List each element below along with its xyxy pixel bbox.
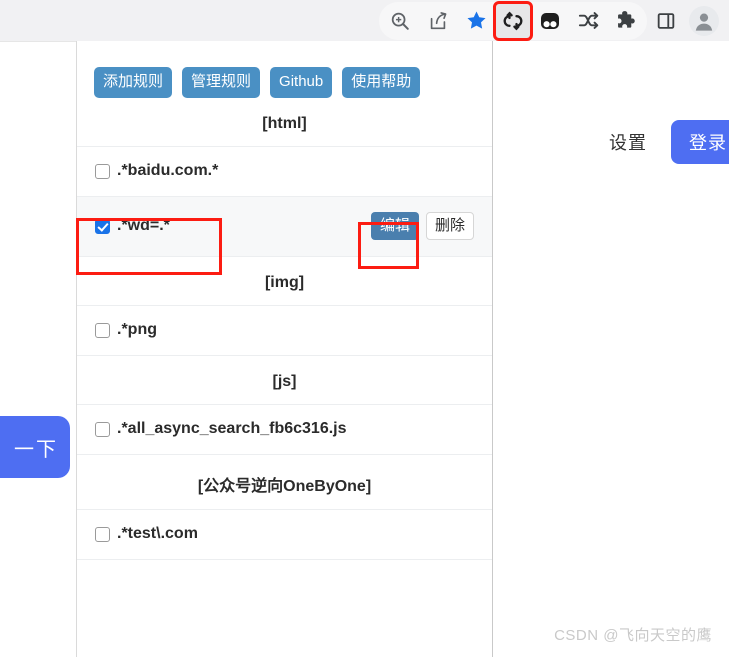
rule-list: .*baidu.com.* .*wd=.* 编辑 删除 [77,145,492,257]
settings-link[interactable]: 设置 [609,129,647,155]
rule-row-buttons: 编辑 删除 [370,211,474,241]
section-title: [公众号逆向OneByOne] [197,477,372,495]
share-icon[interactable] [419,2,457,40]
search-submit-button[interactable]: 一下 [0,416,70,478]
popup-action-bar: 添加规则 管理规则 Github 使用帮助 [77,41,492,98]
rule-pattern-label: .*wd=.* [117,217,170,234]
extension-popup: 添加规则 管理规则 Github 使用帮助 [html] .*baidu.com.* .*… [76,41,493,657]
add-rule-button[interactable]: 添加规则 [94,67,173,98]
popup-rule-sections: [html] .*baidu.com.* .*wd=.* 编辑 删除 [img] .*png… [77,98,492,560]
rule-checkbox[interactable] [95,218,110,234]
rule-checkbox[interactable] [95,163,110,179]
rule-row[interactable]: .*baidu.com.* [77,147,492,197]
rule-list: .*png [77,304,492,356]
delete-rule-button[interactable]: 删除 [425,211,474,241]
rule-pattern-label: .*all_async_search_fb6c316.js [117,420,347,437]
rule-row[interactable]: .*wd=.* 编辑 删除 [77,196,492,257]
browser-toolbar [0,0,729,41]
shuffle-extension-icon[interactable] [569,2,607,40]
section-title: [html] [262,114,307,132]
page-divider [0,41,76,42]
rule-row[interactable]: .*test\.com [77,510,492,560]
login-button[interactable]: 登录 [671,120,729,164]
section-title: [js] [272,372,297,390]
rule-pattern-label: .*baidu.com.* [117,162,219,179]
toolbar-icon-pill-left [379,0,647,41]
loop-extension-icon[interactable] [493,0,533,41]
help-button[interactable]: 使用帮助 [342,67,421,98]
manage-rules-button[interactable]: 管理规则 [182,67,261,98]
rule-checkbox[interactable] [95,421,110,437]
section-title: [img] [264,273,305,291]
profile-avatar-icon[interactable] [685,2,723,40]
page-header-actions: 设置 登录 [609,120,729,164]
rule-checkbox[interactable] [95,526,110,542]
rule-checkbox[interactable] [95,322,110,338]
bookmark-star-icon[interactable] [457,2,495,40]
rule-row[interactable]: .*png [77,306,492,356]
rule-list: .*test\.com [77,508,492,560]
edit-rule-button[interactable]: 编辑 [370,211,419,241]
rule-row[interactable]: .*all_async_search_fb6c316.js [77,405,492,455]
rule-pattern-label: .*png [117,321,157,338]
panda-extension-icon[interactable] [531,2,569,40]
rule-pattern-label: .*test\.com [117,525,198,542]
github-button[interactable]: Github [270,67,333,98]
puzzle-extensions-icon[interactable] [607,2,645,40]
csdn-watermark: CSDN @飞向天空的鹰 [554,627,712,644]
rule-list: .*all_async_search_fb6c316.js [77,403,492,455]
toolbar-icon-group [379,0,723,41]
zoom-search-icon[interactable] [381,2,419,40]
side-panel-icon[interactable] [647,2,685,40]
